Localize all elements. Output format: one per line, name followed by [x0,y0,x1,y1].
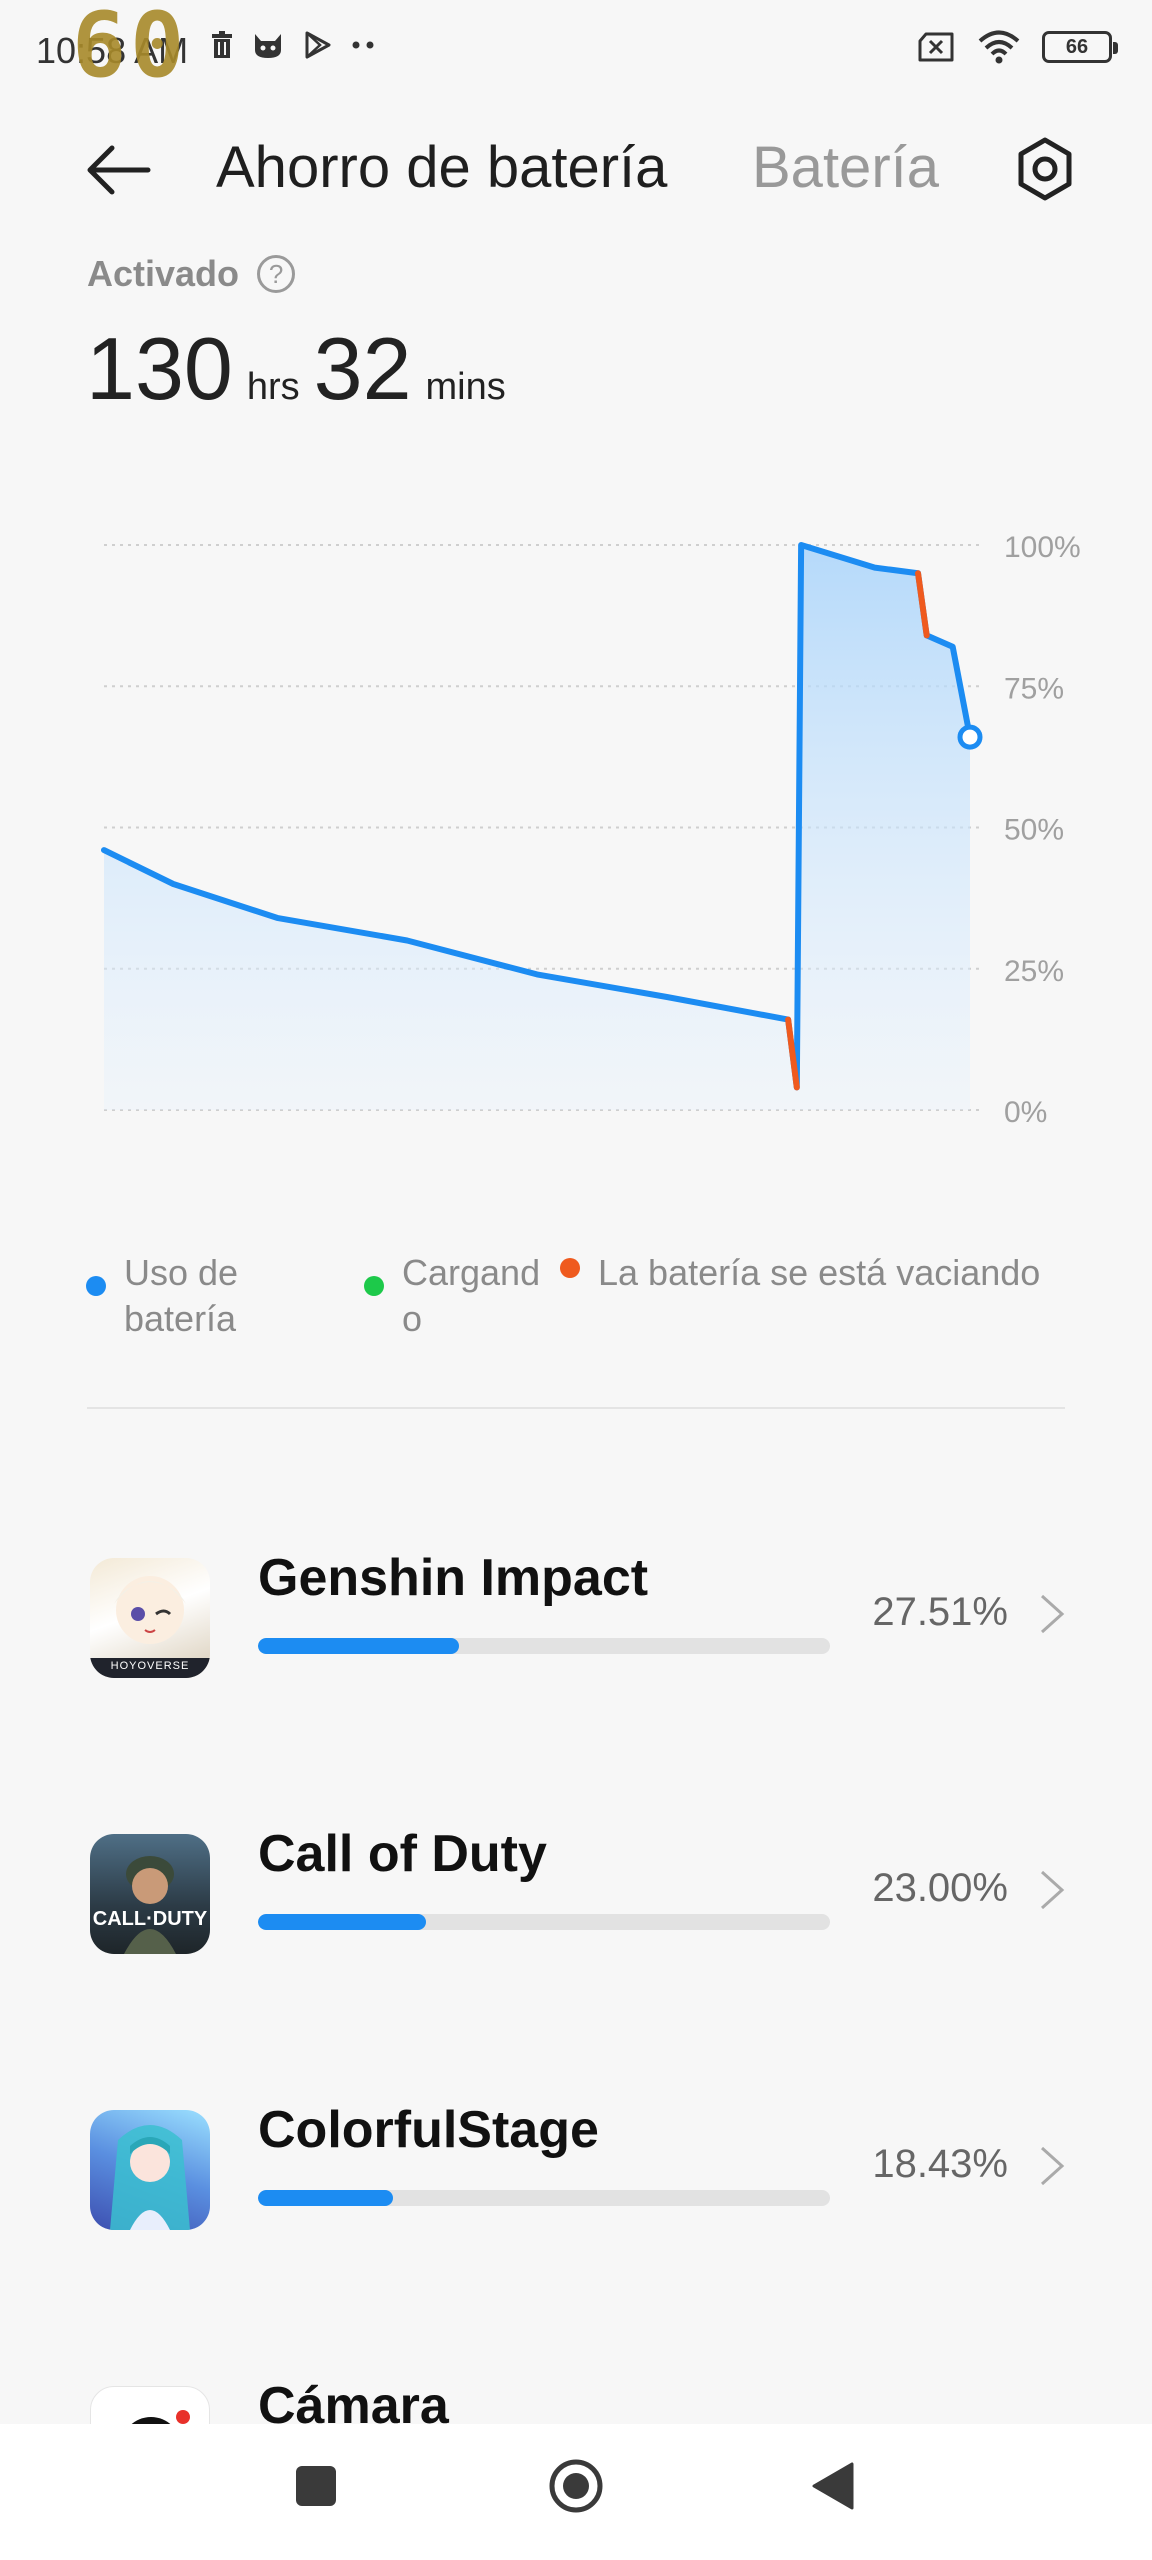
page-title: Ahorro de batería [216,135,668,200]
back-nav-button[interactable] [810,2460,856,2512]
chart-legend: Uso de batería Cargand o La batería se e… [86,1250,1086,1350]
usage-bar-fill [258,1914,427,1930]
wifi-icon [978,30,1020,64]
usage-bar-fill [258,1638,460,1654]
legend-charging-label: Cargand o [402,1252,541,1339]
app-percent: 18.43% [872,2142,1008,2186]
divider [87,1407,1065,1409]
chevron-right-icon [1040,1594,1065,1634]
settings-icon[interactable] [1010,134,1080,204]
app-percent: 23.00% [872,1866,1008,1910]
usage-bar-fill [258,2190,393,2206]
app-name: ColorfulStage [258,2101,599,2159]
y-tick-label: 25% [1004,955,1064,988]
play-store-icon [305,31,331,59]
trash-icon [212,31,232,58]
cat-icon [255,34,281,58]
app-row-call-of-duty[interactable]: CALL·DUTY Call of Duty 23.00% [0,1814,1152,1994]
chevron-right-icon [1040,2146,1065,2186]
legend-usage-dot [86,1276,106,1296]
no-sim-icon [918,32,954,62]
colorfulstage-icon [90,2110,210,2230]
activated-label: Activado [87,253,240,294]
activated-row: Activado ? [87,253,296,295]
system-icons: 66 [916,30,1118,64]
hours-value: 130 [86,319,233,418]
legend-draining-label: La batería se está vaciando [598,1252,1041,1293]
hours-unit: hrs [246,366,300,408]
legend-draining-dot [560,1258,580,1278]
y-tick-label: 100% [1004,531,1081,564]
y-tick-label: 75% [1004,672,1064,705]
status-bar: 10:58 AM 60 66 [0,0,1152,100]
remaining-duration: 130 hrs 32 mins [86,318,520,420]
call-of-duty-icon: CALL·DUTY [90,1834,210,1954]
genshin-icon-text: HOYOVERSE [110,1660,190,1672]
battery-chart: 100% 75% 50% 25% 0% [101,531,1081,1129]
app-name: Genshin Impact [258,1549,649,1607]
cod-icon-text: CALL·DUTY [92,1908,208,1930]
usage-bar [258,1638,830,1654]
app-row-genshin-impact[interactable]: HOYOVERSE Genshin Impact 27.51% [0,1538,1152,1718]
home-button[interactable] [548,2458,604,2514]
app-row-colorfulstage[interactable]: ColorfulStage 18.43% [0,2090,1152,2270]
app-name: Call of Duty [258,1825,547,1883]
legend-usage-label: Uso de batería [124,1252,239,1339]
app-percent: 27.51% [872,1590,1008,1634]
more-dots-icon [352,41,374,49]
fps-overlay: 60 [72,0,189,98]
header: Ahorro de batería Batería [0,120,1152,220]
legend-charging-dot [364,1276,384,1296]
notification-icons [210,30,376,60]
minutes-unit: mins [425,366,506,408]
help-icon[interactable]: ? [257,255,296,293]
usage-bar [258,2190,830,2206]
back-arrow-icon[interactable] [84,140,154,200]
navigation-bar [0,2424,1152,2560]
genshin-impact-icon: HOYOVERSE [90,1558,210,1678]
y-tick-label: 0% [1004,1096,1047,1129]
minutes-value: 32 [313,319,412,418]
usage-bar [258,1914,830,1930]
battery-icon: 66 [1042,31,1118,63]
chevron-right-icon [1040,1870,1065,1910]
current-level-marker [957,724,983,750]
recents-button[interactable] [294,2464,338,2508]
y-tick-label: 50% [1004,814,1064,847]
tab-battery[interactable]: Batería [752,134,939,201]
